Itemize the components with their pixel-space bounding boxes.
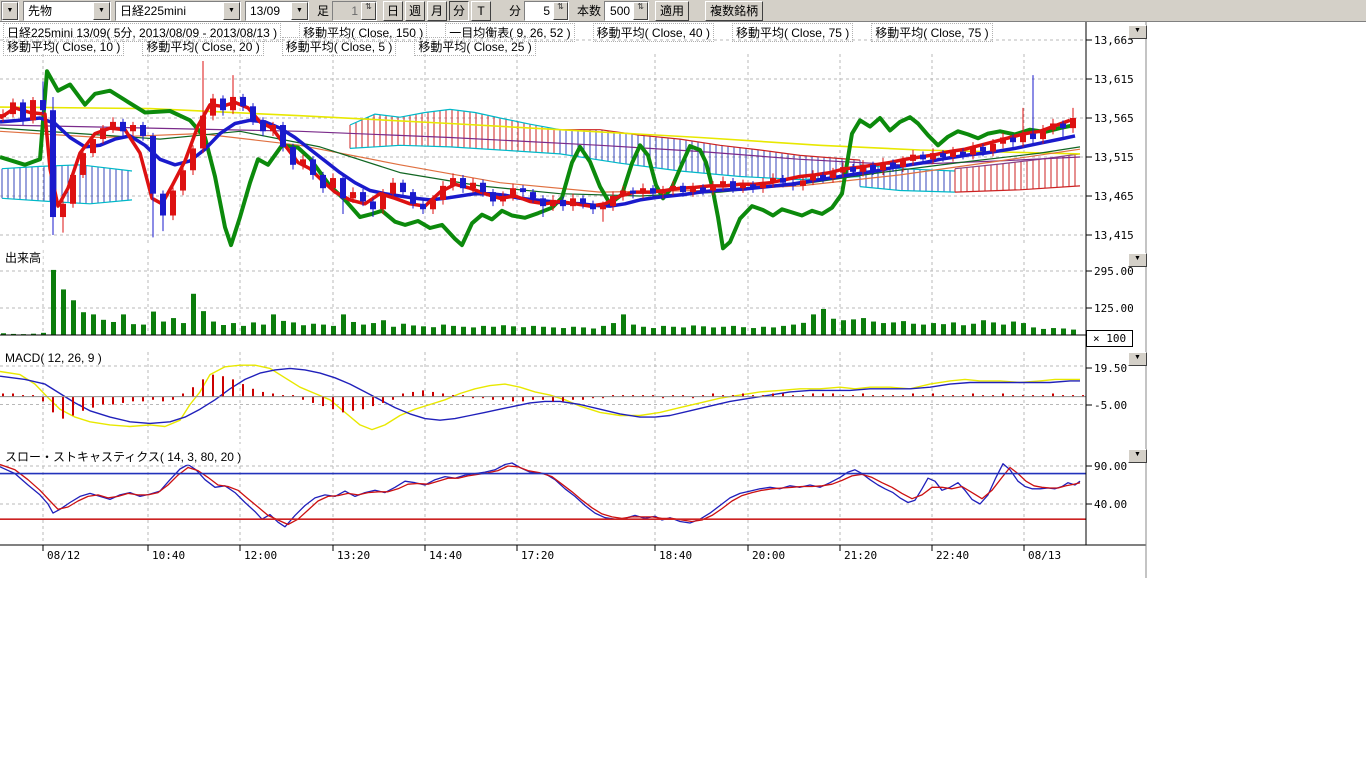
ashi-label: 足	[317, 2, 329, 19]
svg-text:17:20: 17:20	[521, 549, 554, 562]
chart-area: 13,66513,61513,56513,51513,46513,415295.…	[0, 22, 1366, 582]
svg-text:14:40: 14:40	[429, 549, 462, 562]
bars-value: 500	[605, 4, 633, 18]
minute-label: 分	[509, 2, 521, 19]
indicator-legend-row-2: 移動平均( Close, 10 ) 移動平均( Close, 20 ) 移動平均( …	[3, 37, 554, 56]
spinner-icon[interactable]: ⇅	[553, 2, 568, 20]
legend-item[interactable]: 移動平均( Close, 5 )	[282, 37, 397, 56]
symbol-value: 日経225mini	[116, 2, 223, 19]
period-month-button[interactable]: 月	[427, 1, 447, 21]
svg-text:21:20: 21:20	[844, 549, 877, 562]
chevron-down-icon: ▼	[2, 2, 18, 20]
svg-text:125.00: 125.00	[1094, 302, 1134, 315]
mini-dropdown[interactable]: ▼	[1, 1, 19, 21]
period-tick-button[interactable]: T	[471, 1, 491, 21]
price-panel-dropdown-button[interactable]: ▼	[1128, 25, 1147, 39]
chevron-down-icon[interactable]: ▼	[93, 2, 110, 20]
legend-item[interactable]: 移動平均( Close, 75 )	[871, 23, 992, 42]
spinner-icon[interactable]: ⇅	[633, 2, 648, 20]
legend-item[interactable]: 移動平均( Close, 25 )	[414, 37, 535, 56]
legend-item[interactable]: 移動平均( Close, 75 )	[732, 23, 853, 42]
apply-button[interactable]: 適用	[655, 1, 689, 21]
volume-multiplier-badge: × 100	[1086, 330, 1133, 347]
contract-month-value: 13/09	[246, 4, 291, 18]
stoch-panel-dropdown-button[interactable]: ▼	[1128, 449, 1147, 463]
svg-text:13,565: 13,565	[1094, 112, 1134, 125]
svg-text:10:40: 10:40	[152, 549, 185, 562]
chevron-down-icon[interactable]: ▼	[291, 2, 308, 20]
stoch-panel-label: スロー・ストキャスティクス( 14, 3, 80, 20 )	[3, 448, 243, 465]
macd-panel-dropdown-button[interactable]: ▼	[1128, 352, 1147, 366]
volume-panel-label: 出来高	[3, 249, 43, 266]
bars-stepper[interactable]: 500 ⇅	[604, 1, 649, 21]
svg-text:13,615: 13,615	[1094, 73, 1134, 86]
legend-item[interactable]: 移動平均( Close, 10 )	[3, 37, 124, 56]
ashi-value: 1	[333, 4, 361, 18]
chart-canvas: 13,66513,61513,56513,51513,46513,415295.…	[0, 22, 1150, 578]
svg-text:13,515: 13,515	[1094, 151, 1134, 164]
legend-item[interactable]: 移動平均( Close, 20 )	[142, 37, 263, 56]
minute-stepper[interactable]: 5 ⇅	[524, 1, 569, 21]
svg-text:18:40: 18:40	[659, 549, 692, 562]
spinner-icon[interactable]: ⇅	[361, 2, 376, 20]
period-day-button[interactable]: 日	[383, 1, 403, 21]
svg-text:13:20: 13:20	[337, 549, 370, 562]
svg-text:-5.00: -5.00	[1094, 399, 1127, 412]
legend-item[interactable]: 移動平均( Close, 40 )	[593, 23, 714, 42]
chevron-down-icon[interactable]: ▼	[223, 2, 240, 20]
toolbar: ▼ 先物 ▼ 日経225mini ▼ 13/09 ▼ 足 1 ⇅ 日 週 月 分…	[0, 0, 1366, 22]
svg-text:19.50: 19.50	[1094, 362, 1127, 375]
contract-month-select[interactable]: 13/09 ▼	[245, 1, 309, 21]
symbol-type-value: 先物	[24, 2, 93, 19]
svg-text:08/12: 08/12	[47, 549, 80, 562]
volume-panel-dropdown-button[interactable]: ▼	[1128, 253, 1147, 267]
multi-symbol-button[interactable]: 複数銘柄	[705, 1, 763, 21]
period-minute-button[interactable]: 分	[449, 1, 469, 21]
symbol-select[interactable]: 日経225mini ▼	[115, 1, 241, 21]
period-week-button[interactable]: 週	[405, 1, 425, 21]
ashi-stepper[interactable]: 1 ⇅	[332, 1, 377, 21]
minute-value: 5	[525, 4, 553, 18]
svg-text:22:40: 22:40	[936, 549, 969, 562]
svg-text:13,415: 13,415	[1094, 229, 1134, 242]
svg-text:40.00: 40.00	[1094, 498, 1127, 511]
symbol-type-select[interactable]: 先物 ▼	[23, 1, 111, 21]
bars-label: 本数	[577, 2, 601, 19]
svg-text:13,465: 13,465	[1094, 190, 1134, 203]
svg-text:90.00: 90.00	[1094, 460, 1127, 473]
svg-text:20:00: 20:00	[752, 549, 785, 562]
svg-text:12:00: 12:00	[244, 549, 277, 562]
svg-text:08/13: 08/13	[1028, 549, 1061, 562]
macd-panel-label: MACD( 12, 26, 9 )	[3, 351, 104, 365]
